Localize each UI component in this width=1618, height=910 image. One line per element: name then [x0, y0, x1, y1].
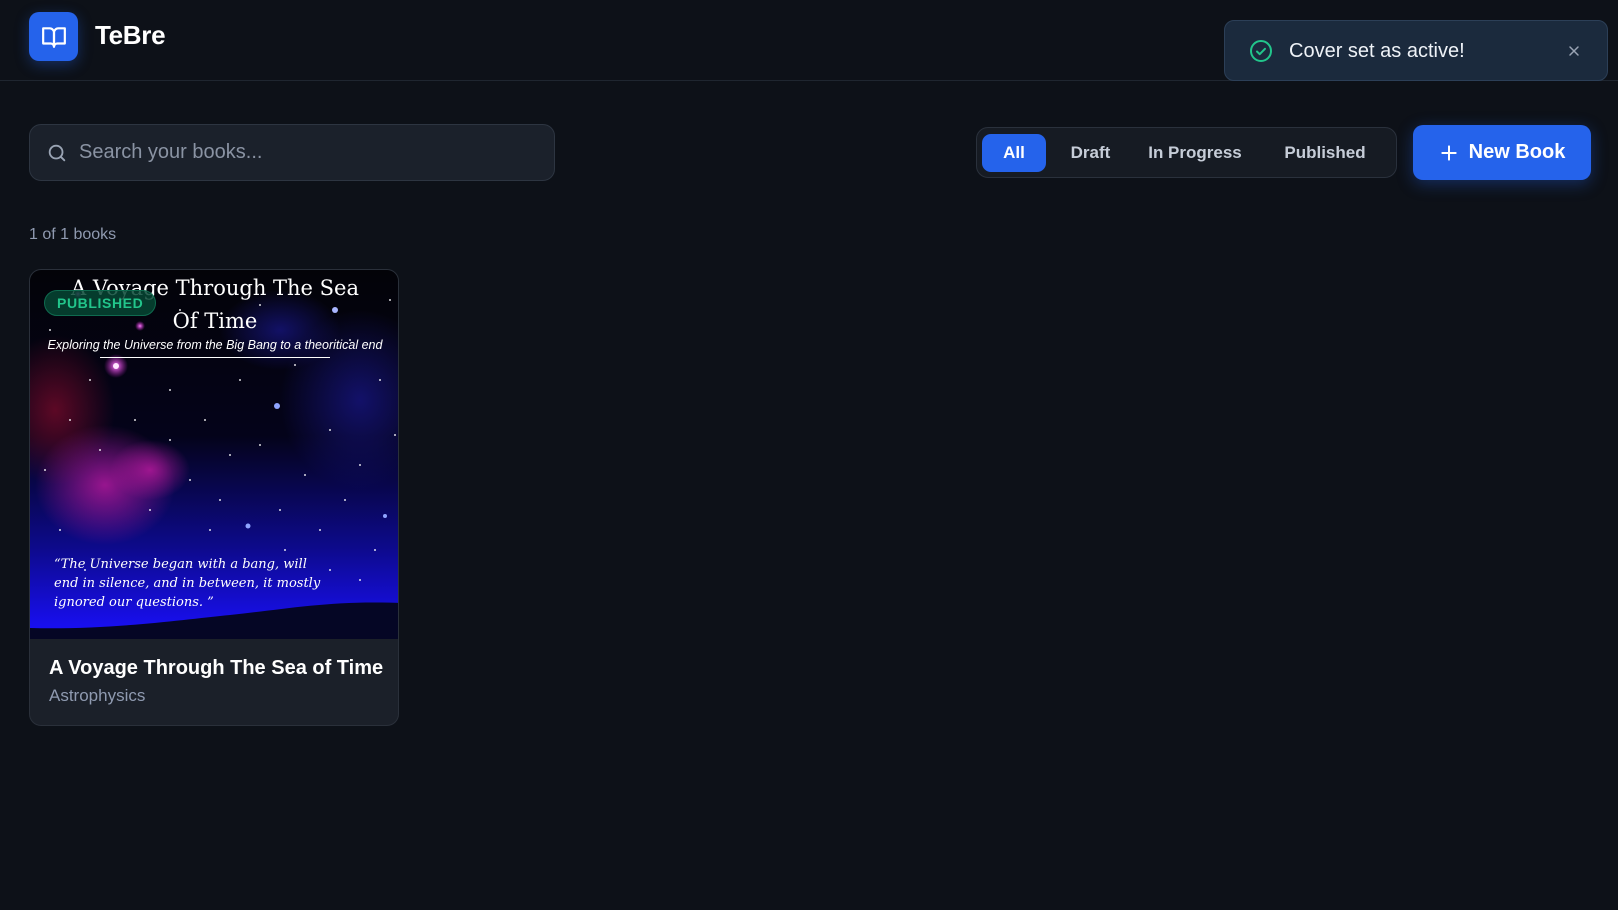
- cover-quote: “The Universe began with a bang, will en…: [54, 557, 321, 610]
- book-genre: Astrophysics: [49, 686, 146, 705]
- search-input[interactable]: [79, 125, 539, 180]
- new-book-button[interactable]: New Book: [1413, 125, 1591, 180]
- filter-tab-all[interactable]: All: [982, 134, 1046, 172]
- search-box: [29, 124, 555, 181]
- new-book-label: New Book: [1468, 141, 1566, 163]
- app-title: TeBre: [95, 20, 166, 50]
- book-count: 1 of 1 books: [29, 226, 117, 243]
- status-badge: PUBLISHED: [44, 290, 157, 316]
- filter-tab-in-progress[interactable]: In Progress: [1132, 134, 1258, 172]
- filter-tab-draft[interactable]: Draft: [1053, 134, 1128, 172]
- book-title: A Voyage Through The Sea of Time: [49, 657, 384, 679]
- toast-message: Cover set as active!: [1289, 40, 1465, 62]
- plus-icon: [1440, 144, 1457, 161]
- toast-notification: Cover set as active!: [1224, 20, 1608, 81]
- cover-divider: [100, 357, 330, 358]
- cover-subtitle: Exploring the Universe from the Big Bang…: [47, 338, 383, 352]
- search-icon: [48, 144, 66, 162]
- status-filter: All Draft In Progress Published: [976, 127, 1397, 178]
- check-circle-icon: [1250, 40, 1272, 62]
- open-book-icon: [41, 26, 66, 48]
- book-cover: A Voyage Through The Sea Of Time Explori…: [30, 270, 398, 639]
- filter-tab-published[interactable]: Published: [1262, 134, 1388, 172]
- toast-close-button[interactable]: [1564, 41, 1584, 61]
- book-card[interactable]: A Voyage Through The Sea Of Time Explori…: [29, 269, 399, 726]
- close-icon: [1569, 46, 1579, 56]
- app-logo[interactable]: [29, 12, 78, 61]
